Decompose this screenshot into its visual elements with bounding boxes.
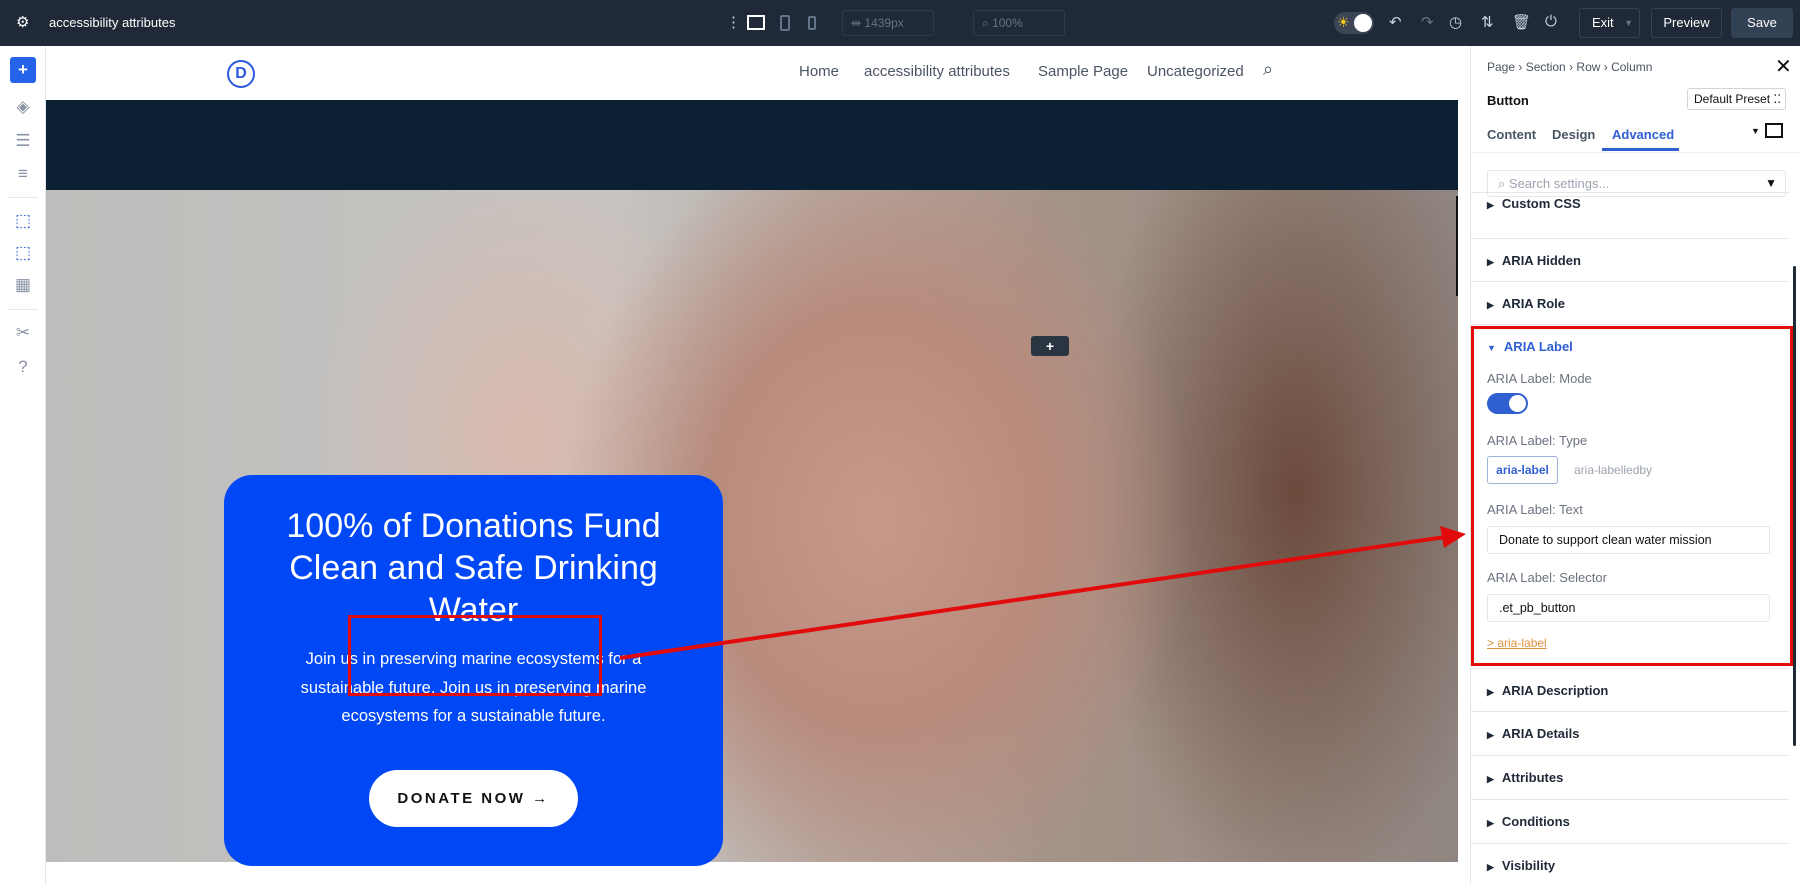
preset-dropdown[interactable]: Default Preset ⁚⁚ (1687, 88, 1786, 110)
group-visibility[interactable]: ▶ Visibility (1471, 843, 1789, 886)
group-label: ARIA Hidden (1501, 253, 1581, 268)
group-label: Attributes (1501, 770, 1564, 785)
caret-right-icon: ▶ (1487, 300, 1494, 310)
caret-right-icon: ▶ (1487, 774, 1494, 784)
tab-content[interactable]: Content (1487, 127, 1536, 142)
tab-advanced[interactable]: Advanced (1612, 127, 1674, 142)
close-icon[interactable]: ✕ (1775, 54, 1792, 79)
annotation-box-aria-label (1471, 326, 1793, 666)
group-label: Conditions (1501, 814, 1570, 829)
breadcrumb-page[interactable]: Page (1487, 60, 1515, 74)
group-label: Custom CSS (1501, 196, 1581, 211)
group-aria-hidden[interactable]: ▶ ARIA Hidden (1471, 238, 1789, 281)
group-conditions[interactable]: ▶ Conditions (1471, 799, 1789, 842)
group-label: ARIA Details (1501, 726, 1580, 741)
group-aria-description[interactable]: ▶ ARIA Description (1471, 668, 1789, 711)
divider (1471, 152, 1800, 153)
element-title: Button (1487, 93, 1529, 108)
breadcrumb-section[interactable]: Section (1526, 60, 1566, 74)
caret-right-icon: ▶ (1487, 818, 1494, 828)
group-aria-details[interactable]: ▶ ARIA Details (1471, 711, 1789, 754)
search-placeholder: Search settings... (1508, 176, 1610, 191)
breadcrumb-row[interactable]: Row (1576, 60, 1600, 74)
group-attributes[interactable]: ▶ Attributes (1471, 755, 1789, 798)
caret-right-icon: ▶ (1487, 257, 1494, 267)
group-aria-role[interactable]: ▶ ARIA Role (1471, 281, 1789, 324)
caret-right-icon: ▶ (1487, 687, 1494, 697)
caret-right-icon: ▶ (1487, 862, 1494, 872)
caret-right-icon: ▶ (1487, 730, 1494, 740)
group-label: ARIA Description (1501, 683, 1609, 698)
settings-panel: Page › Section › Row › Column ✕ Button D… (1470, 46, 1800, 885)
search-icon: ⌕ (1498, 176, 1509, 191)
desktop-view-icon[interactable] (1765, 123, 1783, 138)
caret-down-icon[interactable]: ▼ (1751, 126, 1760, 136)
group-label: Visibility (1501, 858, 1556, 873)
group-label: ARIA Role (1501, 296, 1565, 311)
active-tab-indicator (1602, 148, 1679, 151)
breadcrumb-column[interactable]: Column (1611, 60, 1652, 74)
caret-right-icon: ▶ (1487, 200, 1494, 210)
breadcrumb: Page › Section › Row › Column (1487, 60, 1653, 74)
panel-scrollbar[interactable] (1793, 266, 1796, 746)
preset-label: Default Preset (1694, 92, 1771, 106)
group-custom-css[interactable]: ▶ Custom CSS (1471, 192, 1789, 224)
tab-design[interactable]: Design (1552, 127, 1595, 142)
